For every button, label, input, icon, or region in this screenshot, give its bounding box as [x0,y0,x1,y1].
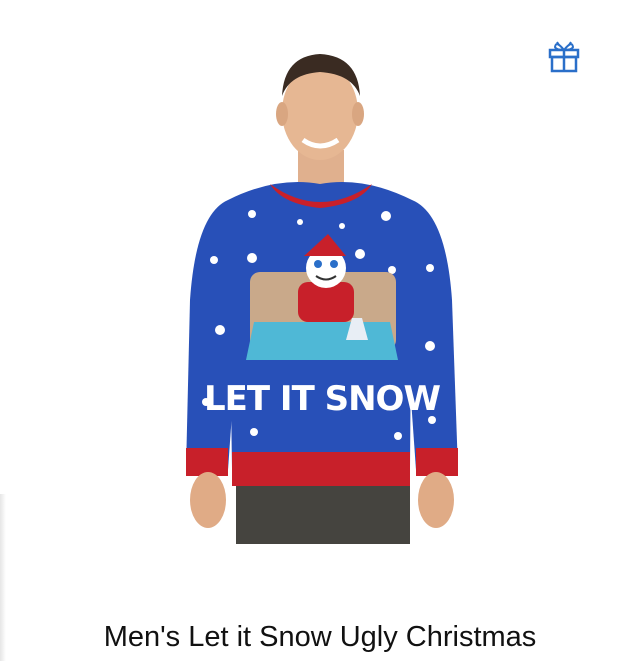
product-title[interactable]: Men's Let it Snow Ugly Christmas [0,617,640,657]
left-cuff [186,448,228,476]
product-image[interactable]: LET IT SNOW [0,0,640,600]
sweater-waistband [232,452,410,486]
product-image-area[interactable]: LET IT SNOW [0,0,640,600]
right-cuff [416,448,458,476]
gift-icon [548,41,580,73]
right-sleeve [404,200,458,470]
sweater-slogan: LET IT SNOW [204,379,440,419]
gift-button[interactable] [544,36,584,76]
table-top [246,322,398,360]
product-card: LET IT SNOW Men's Let it Snow Ugly Chris… [0,0,640,661]
model-pants [236,478,410,544]
